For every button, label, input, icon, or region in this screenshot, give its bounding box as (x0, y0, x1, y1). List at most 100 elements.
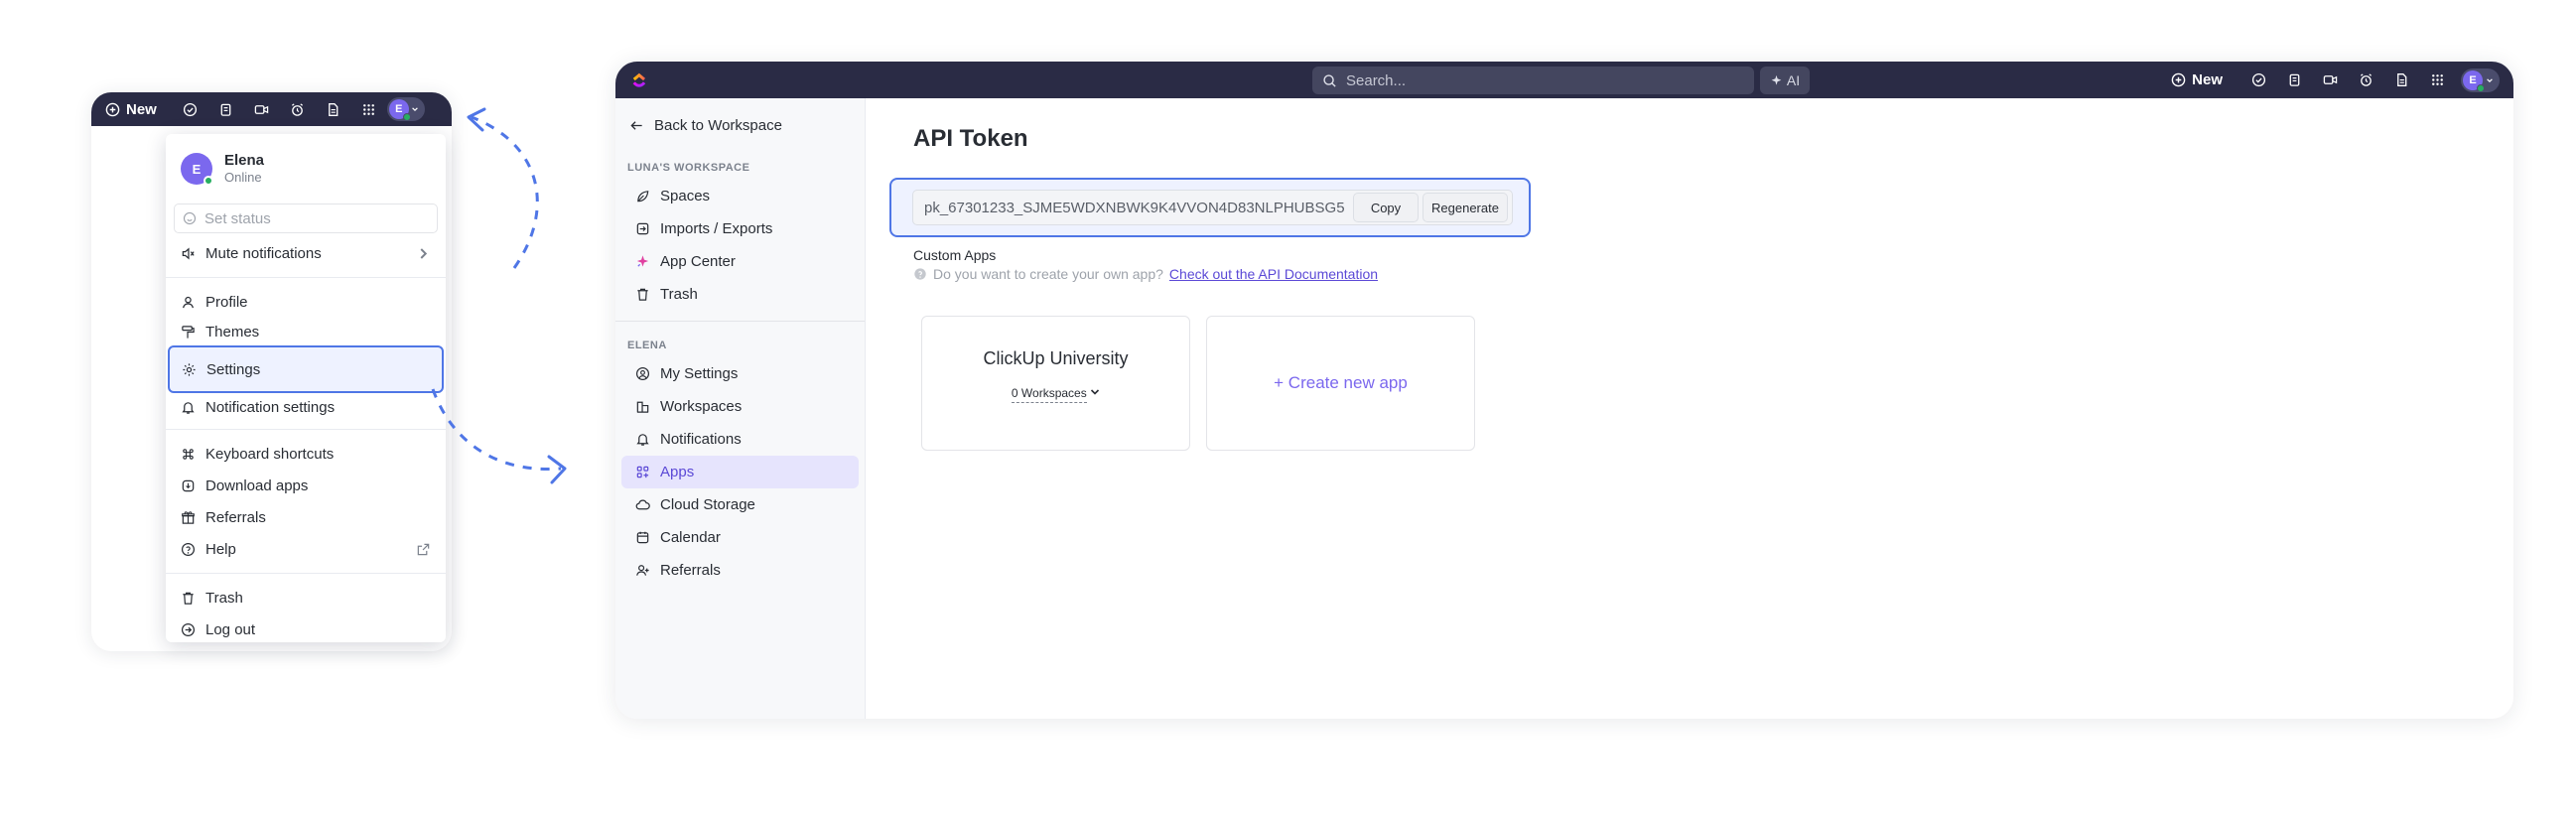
workspaces-icon (636, 401, 649, 413)
settings-window: Search... AI New E Back to Workspace LUN… (615, 62, 2513, 719)
ai-button[interactable]: AI (1760, 67, 1810, 94)
check-circle-icon[interactable] (2240, 72, 2276, 87)
copy-button[interactable]: Copy (1353, 193, 1419, 222)
clickup-logo-icon[interactable] (629, 71, 647, 89)
menu-item-notification-settings[interactable]: Notification settings (166, 393, 446, 421)
sidebar-divider (615, 321, 865, 322)
video-icon[interactable] (2312, 72, 2348, 87)
menu-item-log-out[interactable]: Log out (166, 613, 446, 645)
app-center-icon (636, 255, 649, 267)
custom-apps-label: Custom Apps (913, 247, 997, 263)
arrow-curve-bottom (431, 388, 562, 472)
apps-icon (636, 466, 649, 478)
sidebar-item-notifications[interactable]: Notifications (621, 423, 859, 456)
sidebar-item-cloud-storage[interactable]: Cloud Storage (621, 488, 859, 521)
sidebar-item-app-center[interactable]: App Center (621, 245, 859, 278)
regenerate-button[interactable]: Regenerate (1423, 193, 1508, 222)
api-documentation-link[interactable]: Check out the API Documentation (1169, 266, 1378, 282)
sidebar-item-apps[interactable]: Apps (621, 456, 859, 488)
menu-item-keyboard-shortcuts[interactable]: Keyboard shortcuts (166, 438, 446, 470)
user-status: Online (224, 170, 262, 185)
user-circle-icon (635, 366, 650, 381)
import-icon (636, 222, 649, 235)
menu-item-help[interactable]: Help (166, 533, 446, 565)
help-circle-icon (181, 542, 196, 556)
sidebar-item-imports-exports[interactable]: Imports / Exports (621, 212, 859, 245)
menu-item-download-apps[interactable]: Download apps (166, 470, 446, 501)
alarm-icon[interactable] (280, 102, 316, 117)
main-content: API Token pk_67301233_SJME5WDXNBWK9K4VVO… (866, 98, 2513, 719)
mini-topbar: New E (91, 92, 452, 126)
user-name: Elena (224, 152, 265, 169)
create-app-card[interactable]: + Create new app (1206, 316, 1475, 451)
sidebar-item-spaces[interactable]: Spaces (621, 180, 859, 212)
sidebar-item-trash[interactable]: Trash (621, 278, 859, 311)
mute-notifications-item[interactable]: Mute notifications (166, 237, 446, 269)
apps-grid-icon[interactable] (2419, 72, 2455, 87)
speaker-mute-icon (182, 246, 195, 260)
sidebar-item-workspaces[interactable]: Workspaces (621, 390, 859, 423)
command-icon (183, 448, 194, 460)
clipboard-icon[interactable] (208, 102, 244, 117)
user-header: E Elena Online (166, 134, 446, 188)
alarm-icon[interactable] (2348, 72, 2383, 87)
cloud-icon (635, 499, 650, 510)
video-icon[interactable] (244, 102, 280, 117)
api-token-field[interactable]: pk_67301233_SJME5WDXNBWK9K4VVON4D83NLPHU… (912, 190, 1513, 225)
api-help-line: Do you want to create your own app? Chec… (913, 266, 1378, 282)
plus-circle-icon (2171, 72, 2186, 87)
chevron-down-icon (412, 107, 418, 112)
mini-avatar-button[interactable]: E (386, 97, 425, 121)
menu-item-profile[interactable]: Profile (166, 286, 446, 318)
app-card[interactable]: ClickUp University 0 Workspaces (921, 316, 1190, 451)
spaces-icon (637, 191, 649, 203)
help-text: Do you want to create your own app? (933, 266, 1163, 282)
paint-roller-icon (182, 325, 195, 339)
search-icon (1323, 73, 1336, 87)
chevron-down-icon (2487, 77, 2493, 82)
divider (166, 277, 446, 278)
search-bar[interactable]: Search... (1312, 67, 1754, 94)
clipboard-icon[interactable] (2276, 72, 2312, 87)
gear-icon (183, 362, 196, 376)
avatar-menu-button[interactable]: E (2461, 68, 2500, 92)
arrow-left-icon (630, 120, 642, 130)
trash-icon (183, 592, 194, 605)
set-status-input[interactable]: Set status (174, 204, 438, 233)
menu-item-themes[interactable]: Themes (166, 318, 446, 345)
user-plus-icon (636, 565, 649, 576)
sidebar-item-calendar[interactable]: Calendar (621, 521, 859, 554)
mini-new-label: New (126, 100, 157, 118)
arrowhead-top (467, 107, 486, 132)
settings-sidebar: Back to Workspace LUNA'S WORKSPACE Space… (615, 98, 866, 719)
new-label: New (2192, 71, 2223, 88)
menu-item-settings[interactable]: Settings (168, 345, 444, 393)
user-avatar: E (181, 153, 213, 186)
app-card-title: ClickUp University (983, 348, 1129, 368)
apps-grid-icon[interactable] (351, 102, 387, 117)
document-icon[interactable] (2383, 72, 2419, 87)
menu-item-referrals[interactable]: Referrals (166, 501, 446, 533)
arrowhead-bottom (547, 455, 567, 484)
workspaces-dropdown[interactable]: 0 Workspaces (922, 386, 1189, 403)
menu-item-trash[interactable]: Trash (166, 582, 446, 613)
back-to-workspace-link[interactable]: Back to Workspace (615, 104, 865, 146)
topbar: Search... AI New E (615, 62, 2513, 98)
workspace-section-label: LUNA'S WORKSPACE (627, 162, 750, 174)
chevron-down-icon (1091, 389, 1100, 395)
document-icon[interactable] (316, 102, 351, 117)
online-indicator (203, 176, 213, 186)
sidebar-item-referrals[interactable]: Referrals (621, 554, 859, 587)
external-link-icon (417, 543, 430, 555)
user-section-label: ELENA (627, 340, 667, 351)
avatar: E (388, 99, 411, 121)
new-button[interactable]: New (2171, 71, 2223, 88)
bell-icon (636, 434, 649, 446)
status-smile-icon (183, 211, 197, 225)
download-app-icon (182, 479, 195, 491)
check-circle-icon[interactable] (173, 102, 208, 117)
create-new-app-link[interactable]: + Create new app (1207, 373, 1474, 393)
sidebar-item-my-settings[interactable]: My Settings (621, 357, 859, 390)
trash-icon (637, 288, 648, 301)
mini-new-button[interactable]: New (105, 101, 157, 118)
